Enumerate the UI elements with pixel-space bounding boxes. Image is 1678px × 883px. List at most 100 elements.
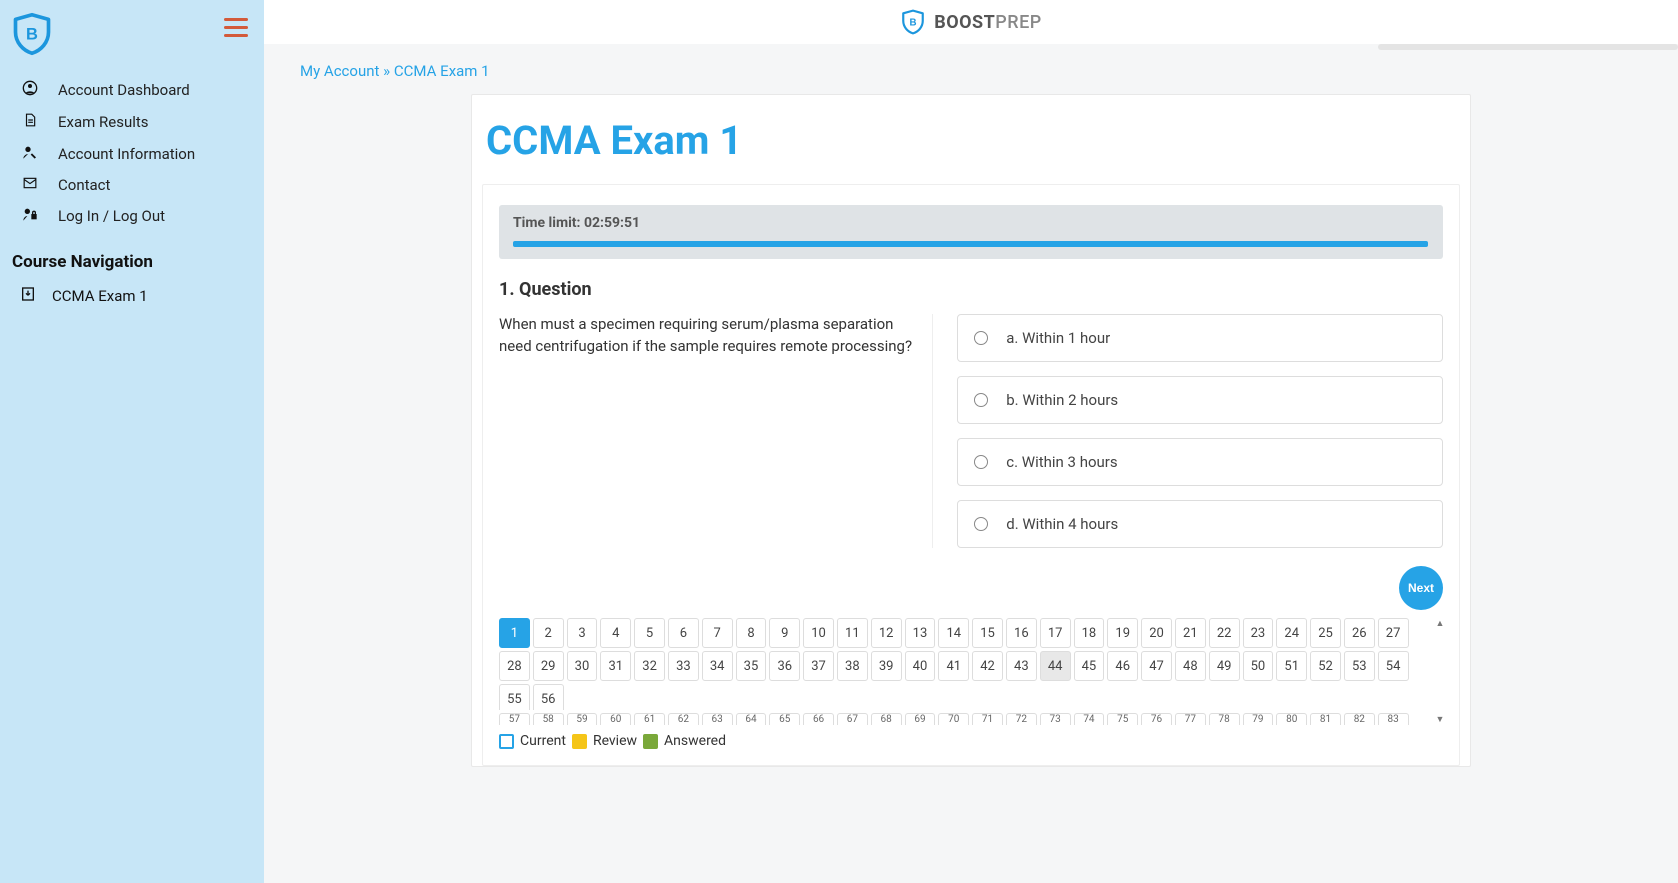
page-num-50[interactable]: 50: [1243, 651, 1274, 681]
answer-option-c[interactable]: c. Within 3 hours: [957, 438, 1443, 486]
hamburger-menu[interactable]: [224, 18, 248, 37]
page-num-26[interactable]: 26: [1344, 618, 1375, 648]
page-num-78[interactable]: 78: [1209, 713, 1240, 725]
page-num-14[interactable]: 14: [938, 618, 969, 648]
page-num-67[interactable]: 67: [837, 713, 868, 725]
page-num-74[interactable]: 74: [1074, 713, 1105, 725]
page-num-53[interactable]: 53: [1344, 651, 1375, 681]
page-num-10[interactable]: 10: [803, 618, 834, 648]
page-num-15[interactable]: 15: [972, 618, 1003, 648]
page-num-27[interactable]: 27: [1378, 618, 1409, 648]
page-num-45[interactable]: 45: [1074, 651, 1105, 681]
page-num-39[interactable]: 39: [871, 651, 902, 681]
page-num-68[interactable]: 68: [871, 713, 902, 725]
page-num-32[interactable]: 32: [634, 651, 665, 681]
page-num-76[interactable]: 76: [1141, 713, 1172, 725]
page-num-11[interactable]: 11: [837, 618, 868, 648]
page-num-21[interactable]: 21: [1175, 618, 1206, 648]
page-num-71[interactable]: 71: [972, 713, 1003, 725]
page-num-33[interactable]: 33: [668, 651, 699, 681]
page-num-75[interactable]: 75: [1107, 713, 1138, 725]
pager-scrollbar[interactable]: ▲ ▼: [1433, 618, 1447, 725]
page-num-1[interactable]: 1: [499, 618, 530, 648]
page-num-64[interactable]: 64: [736, 713, 767, 725]
page-num-19[interactable]: 19: [1107, 618, 1138, 648]
page-num-3[interactable]: 3: [567, 618, 598, 648]
page-num-73[interactable]: 73: [1040, 713, 1071, 725]
page-num-52[interactable]: 52: [1310, 651, 1341, 681]
page-num-22[interactable]: 22: [1209, 618, 1240, 648]
page-num-44[interactable]: 44: [1040, 651, 1071, 681]
page-num-47[interactable]: 47: [1141, 651, 1172, 681]
page-num-49[interactable]: 49: [1209, 651, 1240, 681]
page-num-17[interactable]: 17: [1040, 618, 1071, 648]
page-num-16[interactable]: 16: [1006, 618, 1037, 648]
page-num-25[interactable]: 25: [1310, 618, 1341, 648]
page-num-28[interactable]: 28: [499, 651, 530, 681]
page-num-51[interactable]: 51: [1276, 651, 1307, 681]
page-num-20[interactable]: 20: [1141, 618, 1172, 648]
page-num-6[interactable]: 6: [668, 618, 699, 648]
answer-option-d[interactable]: d. Within 4 hours: [957, 500, 1443, 548]
page-num-41[interactable]: 41: [938, 651, 969, 681]
page-num-58[interactable]: 58: [533, 713, 564, 725]
page-num-56[interactable]: 56: [533, 684, 564, 710]
page-num-31[interactable]: 31: [600, 651, 631, 681]
page-num-65[interactable]: 65: [769, 713, 800, 725]
scroll-down-icon[interactable]: ▼: [1436, 714, 1445, 725]
page-num-2[interactable]: 2: [533, 618, 564, 648]
page-num-81[interactable]: 81: [1310, 713, 1341, 725]
page-num-55[interactable]: 55: [499, 684, 530, 710]
page-num-35[interactable]: 35: [736, 651, 767, 681]
page-num-72[interactable]: 72: [1006, 713, 1037, 725]
page-num-9[interactable]: 9: [769, 618, 800, 648]
page-num-43[interactable]: 43: [1006, 651, 1037, 681]
page-num-82[interactable]: 82: [1344, 713, 1375, 725]
page-num-62[interactable]: 62: [668, 713, 699, 725]
page-num-7[interactable]: 7: [702, 618, 733, 648]
page-num-34[interactable]: 34: [702, 651, 733, 681]
page-num-80[interactable]: 80: [1276, 713, 1307, 725]
page-num-24[interactable]: 24: [1276, 618, 1307, 648]
breadcrumb-exam[interactable]: CCMA Exam 1: [394, 62, 490, 80]
page-num-61[interactable]: 61: [634, 713, 665, 725]
page-num-69[interactable]: 69: [905, 713, 936, 725]
page-num-63[interactable]: 63: [702, 713, 733, 725]
page-num-36[interactable]: 36: [769, 651, 800, 681]
page-num-23[interactable]: 23: [1243, 618, 1274, 648]
next-button[interactable]: Next: [1399, 566, 1443, 610]
page-num-66[interactable]: 66: [803, 713, 834, 725]
page-num-83[interactable]: 83: [1378, 713, 1409, 725]
answer-option-b[interactable]: b. Within 2 hours: [957, 376, 1443, 424]
sidebar-item-account-information[interactable]: Account Information: [0, 138, 264, 170]
page-num-37[interactable]: 37: [803, 651, 834, 681]
page-num-12[interactable]: 12: [871, 618, 902, 648]
breadcrumb-my-account[interactable]: My Account: [300, 62, 379, 80]
page-num-77[interactable]: 77: [1175, 713, 1206, 725]
sidebar-item-account-dashboard[interactable]: Account Dashboard: [0, 74, 264, 106]
page-num-79[interactable]: 79: [1243, 713, 1274, 725]
page-num-54[interactable]: 54: [1378, 651, 1409, 681]
page-num-8[interactable]: 8: [736, 618, 767, 648]
page-num-38[interactable]: 38: [837, 651, 868, 681]
page-num-40[interactable]: 40: [905, 651, 936, 681]
course-item-ccma-exam-1[interactable]: CCMA Exam 1: [0, 280, 264, 312]
page-num-48[interactable]: 48: [1175, 651, 1206, 681]
page-num-29[interactable]: 29: [533, 651, 564, 681]
sidebar-item-log-in-log-out[interactable]: Log In / Log Out: [0, 200, 264, 232]
answer-option-a[interactable]: a. Within 1 hour: [957, 314, 1443, 362]
page-num-70[interactable]: 70: [938, 713, 969, 725]
page-num-46[interactable]: 46: [1107, 651, 1138, 681]
page-num-18[interactable]: 18: [1074, 618, 1105, 648]
page-num-5[interactable]: 5: [634, 618, 665, 648]
page-num-30[interactable]: 30: [567, 651, 598, 681]
sidebar-item-contact[interactable]: Contact: [0, 170, 264, 200]
page-num-4[interactable]: 4: [600, 618, 631, 648]
page-num-57[interactable]: 57: [499, 713, 530, 725]
sidebar-item-exam-results[interactable]: Exam Results: [0, 106, 264, 138]
page-num-60[interactable]: 60: [600, 713, 631, 725]
page-num-42[interactable]: 42: [972, 651, 1003, 681]
page-num-59[interactable]: 59: [567, 713, 598, 725]
scroll-up-icon[interactable]: ▲: [1436, 618, 1445, 629]
page-num-13[interactable]: 13: [905, 618, 936, 648]
